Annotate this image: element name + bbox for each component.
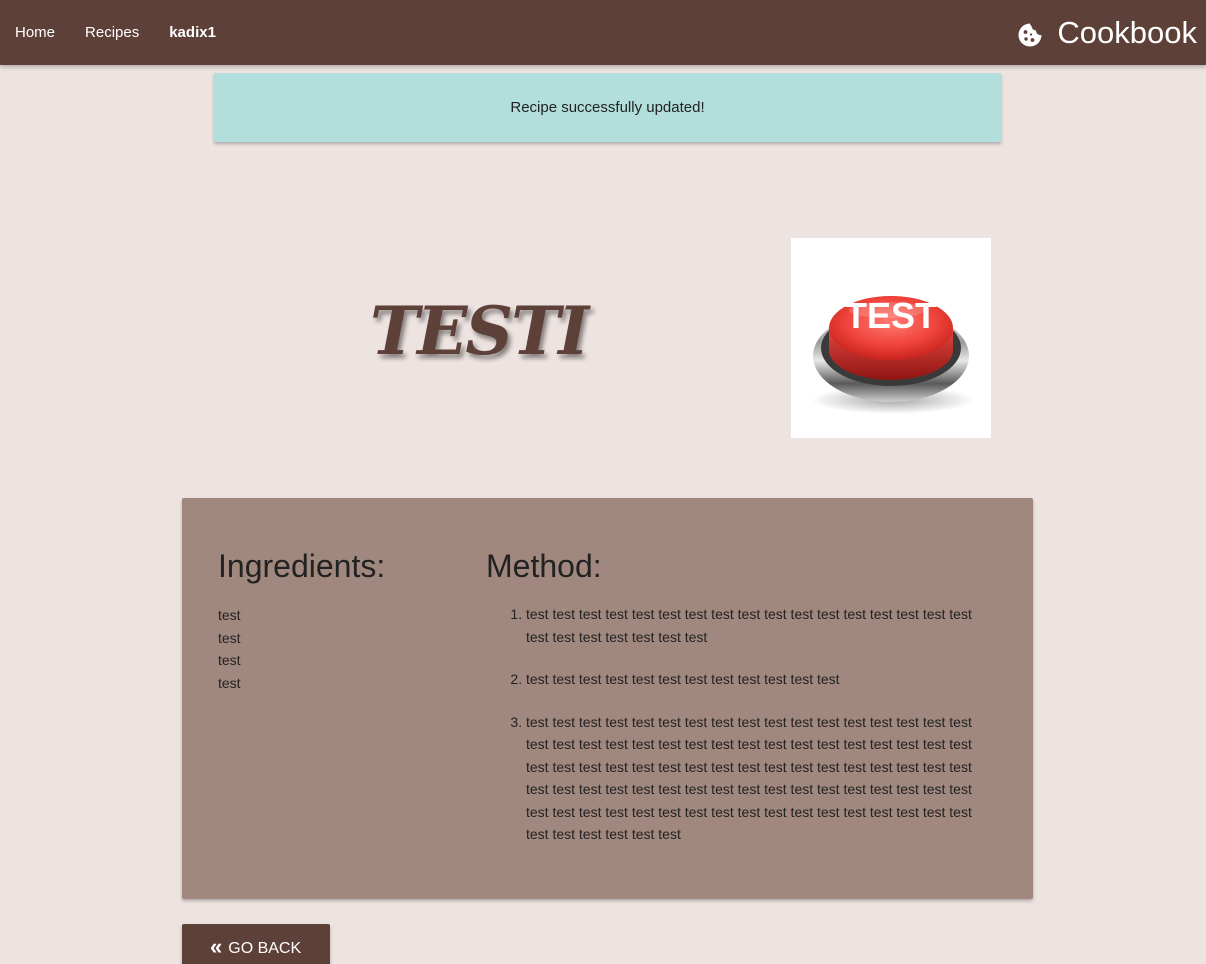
method-section: Method: test test test test test test te… — [486, 546, 1006, 866]
ingredient-list: test test test test — [218, 604, 468, 694]
brand-title: Cookbook — [1057, 14, 1197, 50]
recipe-details-card: Ingredients: test test test test Method:… — [182, 498, 1033, 899]
go-back-label: Go back — [228, 940, 302, 957]
nav-link-recipes[interactable]: Recipes — [70, 0, 154, 65]
method-step: test test test test test test test test … — [526, 711, 998, 846]
ingredient-item: test — [218, 674, 241, 691]
ingredients-heading: Ingredients: — [218, 548, 386, 584]
method-list: test test test test test test test test … — [486, 603, 998, 846]
brand-logo[interactable]: Cookbook — [1017, 0, 1197, 65]
svg-text:TEST: TEST — [845, 295, 937, 336]
recipe-image: TEST — [791, 238, 991, 438]
nav-link-user[interactable]: kadix1 — [154, 0, 231, 65]
method-step: test test test test test test test test … — [526, 668, 998, 691]
alert-message: Recipe successfully updated! — [510, 99, 705, 116]
red-test-button-image: TEST — [811, 295, 975, 414]
nav-links: Home Recipes kadix1 — [0, 0, 231, 65]
go-back-button[interactable]: « Go back — [182, 924, 330, 964]
cookie-icon — [1017, 20, 1043, 46]
method-heading: Method: — [486, 548, 602, 584]
ingredient-item: test — [218, 607, 241, 623]
nav-link-home[interactable]: Home — [0, 0, 70, 65]
double-chevron-left-icon: « — [210, 934, 223, 959]
method-step: test test test test test test test test … — [526, 603, 998, 648]
success-alert: Recipe successfully updated! — [214, 73, 1001, 142]
recipe-title: TESTI — [370, 292, 589, 370]
ingredient-item: test — [218, 652, 241, 668]
ingredients-section: Ingredients: test test test test — [218, 546, 468, 694]
ingredient-item: test — [218, 629, 241, 646]
navbar: Home Recipes kadix1 Cookbook — [0, 0, 1206, 65]
